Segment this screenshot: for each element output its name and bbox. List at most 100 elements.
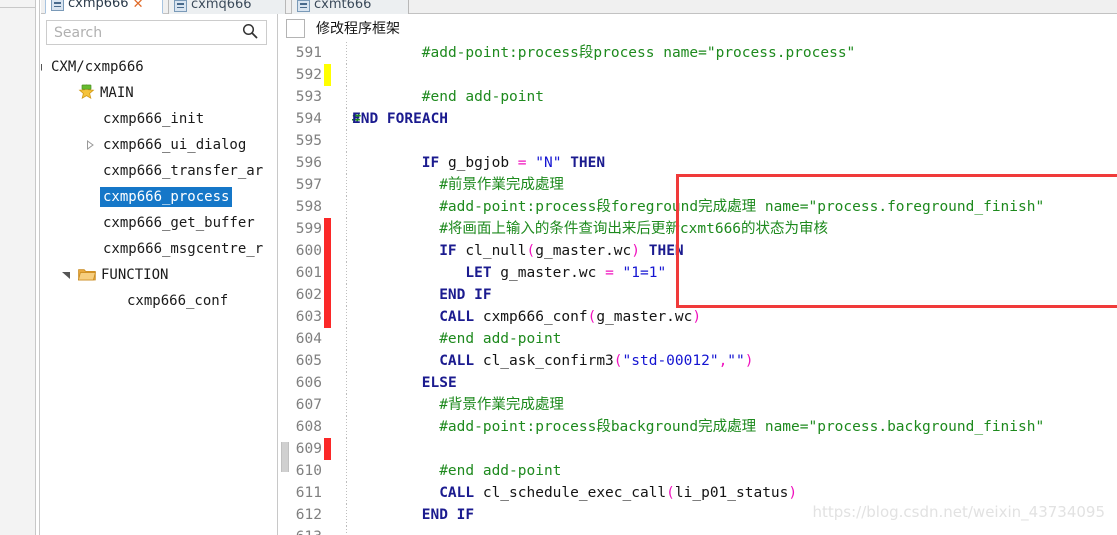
tree-item-label: cxmp666_msgcentre_r — [103, 241, 264, 257]
indent-guide — [346, 174, 347, 196]
code-text: IF cl_null(g_master.wc) THEN — [439, 243, 684, 259]
file-tree[interactable]: CXM/cxmp666 MAIN cxmp666_init cxmp666_ui_di… — [41, 54, 277, 524]
indent-guide — [346, 394, 347, 416]
search-box[interactable] — [46, 20, 267, 45]
close-icon[interactable]: ✕ — [133, 0, 144, 11]
indent-guide — [346, 218, 347, 240]
indent-guide — [346, 306, 347, 328]
code-text: #背景作業完成處理 — [439, 397, 564, 413]
tree-item-label: cxmp666_conf — [127, 293, 229, 309]
file-icon — [51, 0, 64, 11]
modify-framework-checkbox[interactable] — [286, 18, 305, 38]
indent-guide — [346, 108, 347, 130]
code-text: CALL cl_ask_confirm3("std-00012","") — [439, 353, 754, 369]
code-line[interactable]: 609 — [278, 438, 1117, 460]
strip-inner-border — [36, 0, 40, 535]
code-text: #将画面上输入的条件查询出来后更新cxmt666的状态为审核 — [439, 221, 829, 237]
code-line[interactable]: 607 #背景作業完成處理 — [278, 394, 1117, 416]
gutter-marker-red — [324, 240, 331, 262]
code-content[interactable]: 591 #add-point:process段process name="proc… — [278, 42, 1117, 535]
code-text: #add-point:process段foreground完成處理 name="… — [439, 199, 1045, 215]
code-line[interactable]: 603 CALL cxmp666_conf(g_master.wc) — [278, 306, 1117, 328]
indent-guide — [346, 416, 347, 438]
code-text: #end add-point — [439, 331, 562, 347]
activity-strip — [0, 0, 36, 535]
tree-item-cxm-cxmp666[interactable]: CXM/cxmp666 — [41, 54, 277, 80]
tree-item-cxmp666-init[interactable]: cxmp666_init — [41, 106, 277, 132]
editor-vertical-scrollbar[interactable] — [278, 42, 292, 535]
code-line[interactable]: 606 ELSE — [278, 372, 1117, 394]
indent-guide — [346, 284, 347, 306]
indent-guide — [346, 372, 347, 394]
search-icon[interactable] — [242, 23, 258, 43]
strip-divider — [0, 7, 36, 8]
chevron-down-icon[interactable] — [41, 54, 45, 80]
indent-guide — [346, 460, 347, 482]
code-text: END IF — [421, 507, 475, 523]
watermark: https://blog.csdn.net/weixin_43734095 — [812, 503, 1105, 521]
tree-item-label: cxmp666_get_buffer — [103, 215, 255, 231]
tree-item-cxmp666-get-buffer[interactable]: cxmp666_get_buffer — [41, 210, 277, 236]
code-line[interactable]: 598 #add-point:process段foreground完成處理 nam… — [278, 196, 1117, 218]
code-line[interactable]: 602 END IF — [278, 284, 1117, 306]
code-line[interactable]: 613 — [278, 526, 1117, 535]
editor-tab-cxmq666[interactable]: cxmq666 — [168, 0, 286, 14]
tree-item-function[interactable]: FUNCTION — [41, 262, 277, 288]
code-text: IF g_bgjob = "N" THEN — [421, 155, 606, 171]
tree-item-label-selected: cxmp666_process — [100, 187, 233, 207]
file-icon — [174, 0, 187, 12]
indent-guide — [346, 526, 347, 535]
code-line[interactable]: 595 — [278, 130, 1117, 152]
tree-item-cxmp666-msgcentre-r[interactable]: cxmp666_msgcentre_r — [41, 236, 277, 262]
tree-item-cxmp666-transfer-ar[interactable]: cxmp666_transfer_ar — [41, 158, 277, 184]
code-text: CALL cxmp666_conf(g_master.wc) — [439, 309, 702, 325]
code-text: #end add-point — [421, 89, 544, 105]
editor-tab-cxmp666[interactable]: cxmp666 ✕ — [45, 0, 163, 14]
code-line[interactable]: 593 #end add-point — [278, 86, 1117, 108]
gutter-marker-red — [324, 284, 331, 306]
folder-icon — [77, 267, 96, 283]
indent-guide — [346, 42, 347, 64]
code-text: ELSE — [421, 375, 457, 391]
code-line[interactable]: 605 CALL cl_ask_confirm3("std-00012","") — [278, 350, 1117, 372]
tree-item-label: cxmp666_ui_dialog — [103, 137, 247, 153]
code-line[interactable]: 610 #end add-point — [278, 460, 1117, 482]
tree-item-main[interactable]: MAIN — [41, 80, 277, 106]
code-line[interactable]: 608 #add-point:process段background完成處理 nam… — [278, 416, 1117, 438]
editor-header-title: 修改程序框架 — [316, 21, 400, 37]
code-line[interactable]: 601 LET g_master.wc = "1=1" — [278, 262, 1117, 284]
tree-item-label: MAIN — [100, 85, 134, 101]
star-icon — [78, 84, 95, 100]
code-text: #add-point:process段background完成處理 name="… — [439, 419, 1045, 435]
code-text: END FOREACH — [352, 111, 449, 127]
code-line[interactable]: 611 CALL cl_schedule_exec_call(li_p01_sta… — [278, 482, 1117, 504]
indent-guide — [346, 482, 347, 504]
editor-tab-cxmt666[interactable]: cxmt666 — [291, 0, 409, 14]
search-input[interactable] — [47, 23, 242, 42]
tree-item-cxmp666-process[interactable]: cxmp666_process — [41, 184, 277, 210]
code-line[interactable]: 599 #将画面上输入的条件查询出来后更新cxmt666的状态为审核 — [278, 218, 1117, 240]
gutter-marker-red — [324, 306, 331, 328]
code-line[interactable]: 604 #end add-point — [278, 328, 1117, 350]
tree-item-cxmp666-ui-dialog[interactable]: cxmp666_ui_dialog — [41, 132, 277, 158]
indent-guide — [346, 504, 347, 526]
code-line[interactable]: 600 IF cl_null(g_master.wc) THEN — [278, 240, 1117, 262]
indent-guide — [346, 262, 347, 284]
gutter-marker-red — [324, 218, 331, 240]
editor-tab-label: cxmp666 — [68, 0, 129, 11]
gutter-marker-yellow — [324, 64, 331, 86]
chevron-right-icon[interactable] — [83, 132, 97, 158]
code-editor-pane: 修改程序框架 591 #add-point:process段process nam… — [278, 14, 1117, 535]
code-text: #add-point:process段process name="process… — [421, 45, 856, 61]
code-line[interactable]: 596 IF g_bgjob = "N" THEN — [278, 152, 1117, 174]
code-line[interactable]: 594 # END FOREACH — [278, 108, 1117, 130]
tree-item-label: FUNCTION — [101, 267, 169, 283]
tree-item-cxmp666-conf[interactable]: cxmp666_conf — [41, 288, 277, 314]
code-line[interactable]: 592 — [278, 64, 1117, 86]
file-icon — [297, 0, 310, 12]
code-line[interactable]: 591 #add-point:process段process name="proc… — [278, 42, 1117, 64]
code-line[interactable]: 597 #前景作業完成處理 — [278, 174, 1117, 196]
indent-guide — [346, 438, 347, 460]
chevron-down-icon[interactable] — [59, 262, 73, 288]
scrollbar-thumb[interactable] — [281, 442, 289, 472]
